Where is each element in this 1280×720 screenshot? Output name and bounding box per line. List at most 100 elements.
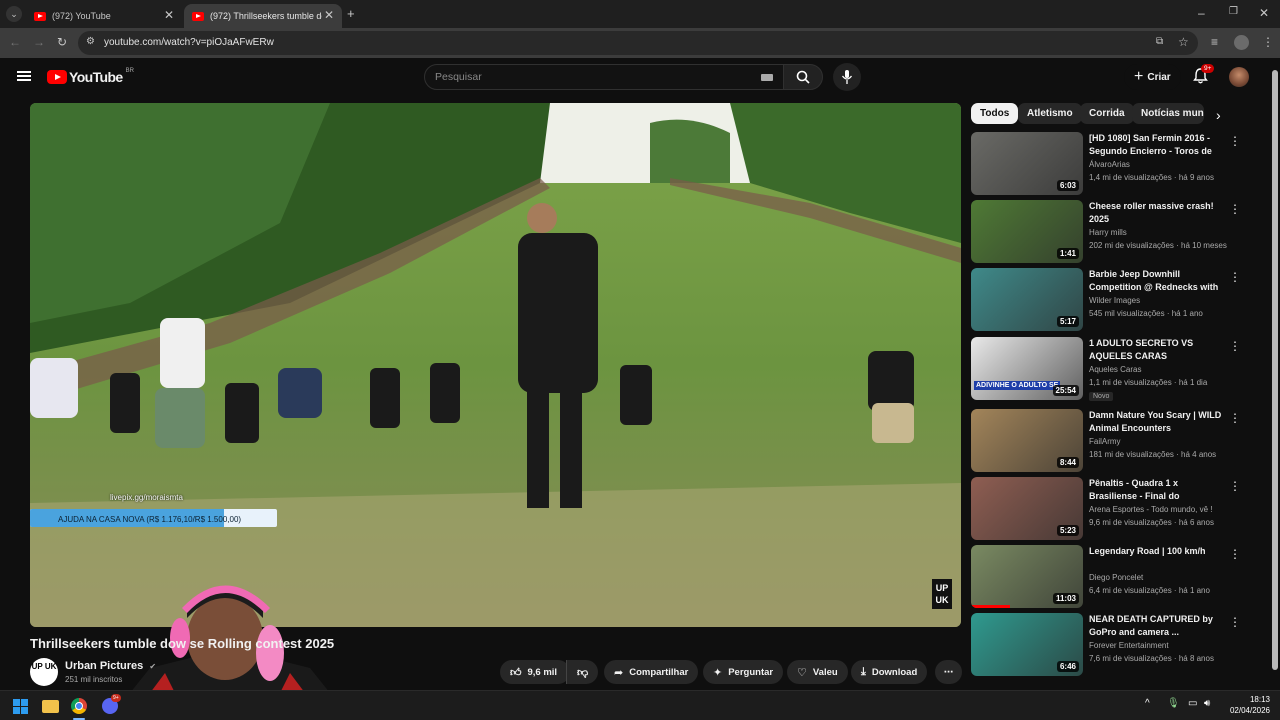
chip-all[interactable]: Todos: [971, 103, 1019, 124]
restore-icon[interactable]: ❐: [1229, 6, 1238, 17]
ask-button[interactable]: ✦ Perguntar: [703, 660, 784, 684]
recommendation-title[interactable]: [HD 1080] San Fermin 2016 - Segundo Enci…: [1089, 132, 1225, 158]
forward-icon[interactable]: →: [33, 35, 45, 49]
back-icon[interactable]: ←: [9, 35, 21, 49]
thanks-button[interactable]: ♡ Valeu: [787, 660, 848, 684]
recommendation-title[interactable]: NEAR DEATH CAPTURED by GoPro and camera …: [1089, 613, 1225, 639]
scrollbar-thumb[interactable]: [1272, 70, 1278, 670]
reload-icon[interactable]: ↻: [57, 35, 67, 49]
chip-race[interactable]: Corrida: [1080, 103, 1134, 124]
recommendation-meta: 202 mi de visualizações · há 10 meses: [1089, 241, 1227, 250]
search-input[interactable]: Pesquisar: [424, 64, 784, 90]
volume-icon[interactable]: 🔊︎: [1204, 698, 1210, 709]
more-vertical-icon[interactable]: ⋮: [1229, 134, 1241, 148]
create-button[interactable]: + Criar: [1124, 64, 1181, 90]
more-vertical-icon[interactable]: ⋮: [1229, 202, 1241, 216]
recommendation-item[interactable]: 11:03 Legendary Road | 100 km/h Diego Ponc…: [971, 545, 1261, 609]
chip-world-news[interactable]: Notícias mund: [1132, 103, 1204, 124]
bookmark-star-icon[interactable]: ☆: [1178, 35, 1189, 49]
discord-icon[interactable]: 9+: [102, 694, 121, 714]
recommendation-item[interactable]: 5:23 Pênaltis - Quadra 1 x Brasiliense - …: [971, 477, 1261, 541]
more-vertical-icon[interactable]: ⋮: [1229, 547, 1241, 561]
recommendation-channel[interactable]: Aqueles Caras: [1089, 365, 1141, 374]
recommendation-title[interactable]: 1 ADULTO SECRETO VS AQUELES CARAS: [1089, 337, 1225, 363]
channel-watermark[interactable]: UP UK: [932, 579, 952, 609]
video-thumbnail[interactable]: 6:46: [971, 613, 1083, 676]
more-vertical-icon[interactable]: ⋮: [1229, 479, 1241, 493]
more-vertical-icon[interactable]: ⋮: [1229, 270, 1241, 284]
site-info-icon[interactable]: ⚙: [86, 36, 95, 47]
dislike-button[interactable]: 👎︎: [566, 660, 598, 684]
video-thumbnail[interactable]: 6:03: [971, 132, 1083, 195]
more-vertical-icon[interactable]: ⋮: [1229, 411, 1241, 425]
channel-avatar[interactable]: UP UK: [30, 658, 58, 686]
recommendation-channel[interactable]: ÁlvaroArias: [1089, 160, 1130, 169]
share-button[interactable]: ➦ Compartilhar: [604, 660, 699, 684]
chrome-icon[interactable]: [71, 698, 87, 714]
video-thumbnail[interactable]: 5:17: [971, 268, 1083, 331]
minimize-icon[interactable]: –: [1198, 6, 1205, 20]
video-thumbnail[interactable]: 1:41: [971, 200, 1083, 263]
recommendation-channel[interactable]: FailArmy: [1089, 437, 1121, 446]
install-app-icon[interactable]: ⧉: [1156, 36, 1163, 47]
close-tab-icon[interactable]: ✕: [164, 8, 174, 22]
windows-start-icon[interactable]: [13, 699, 28, 714]
profile-avatar[interactable]: [1234, 35, 1249, 50]
media-control-icon[interactable]: ≡: [1211, 35, 1218, 49]
stream-overlay-link: livepix.gg/moraismta: [110, 493, 183, 502]
recommendation-item[interactable]: 8:44 Damn Nature You Scary | WILD Animal …: [971, 409, 1261, 473]
more-vertical-icon[interactable]: ⋮: [1229, 615, 1241, 629]
voice-search-button[interactable]: [833, 63, 861, 91]
hamburger-menu-icon[interactable]: [17, 71, 31, 81]
video-thumbnail[interactable]: 8:44: [971, 409, 1083, 472]
recommendation-title[interactable]: Cheese roller massive crash! 2025: [1089, 200, 1225, 226]
notifications-button[interactable]: 9+: [1193, 64, 1215, 86]
recommendation-item[interactable]: 5:17 Barbie Jeep Downhill Competition @ R…: [971, 268, 1261, 332]
account-avatar[interactable]: [1229, 67, 1249, 87]
sparkle-icon: ✦: [713, 666, 723, 679]
recommendation-item[interactable]: ADIVINHE O ADULTO SE 25:54 1 ADULTO SECRET…: [971, 337, 1261, 401]
browser-toolbar: ← → ↻ ⚙ youtube.com/watch?v=piOJaAFwERw …: [0, 28, 1280, 58]
file-explorer-icon[interactable]: [42, 700, 59, 713]
close-window-icon[interactable]: ✕: [1259, 6, 1269, 20]
recommendation-channel[interactable]: Harry mills: [1089, 228, 1127, 237]
download-icon: ⤓: [861, 665, 866, 678]
network-icon[interactable]: ▭: [1188, 698, 1197, 709]
address-bar[interactable]: ⚙ youtube.com/watch?v=piOJaAFwERw ⧉ ☆: [78, 31, 1198, 55]
recommendation-title[interactable]: Legendary Road | 100 km/h: [1089, 545, 1225, 558]
video-thumbnail[interactable]: 5:23: [971, 477, 1083, 540]
new-tab-icon[interactable]: +: [347, 6, 355, 21]
youtube-logo[interactable]: YouTube BR: [47, 68, 134, 85]
more-vertical-icon[interactable]: ⋮: [1229, 339, 1241, 353]
chip-athletics[interactable]: Atletismo: [1018, 103, 1082, 124]
recommendation-channel[interactable]: Wilder Images: [1089, 296, 1140, 305]
keyboard-icon[interactable]: [761, 74, 773, 81]
show-hidden-icons-icon[interactable]: ^: [1145, 698, 1150, 709]
recommendation-item[interactable]: 6:03 [HD 1080] San Fermin 2016 - Segundo …: [971, 132, 1261, 196]
tab-current-video[interactable]: (972) Thrillseekers tumble dowr ✕: [184, 4, 342, 28]
recommendation-channel[interactable]: Forever Entertainment: [1089, 641, 1169, 650]
recommendation-channel[interactable]: Diego Poncelet: [1089, 573, 1143, 582]
recommendation-item[interactable]: 1:41 Cheese roller massive crash! 2025 Har…: [971, 200, 1261, 264]
browser-menu-icon[interactable]: ⋮: [1262, 35, 1274, 49]
system-clock[interactable]: 18:13 02/04/2026: [1230, 694, 1270, 716]
notification-count: 9+: [1201, 64, 1215, 73]
tab-search-icon[interactable]: ⌄: [6, 6, 22, 22]
recommendation-channel[interactable]: Arena Esportes - Todo mundo, vê !: [1089, 505, 1212, 514]
channel-name[interactable]: Urban Pictures ✔: [65, 660, 156, 672]
more-actions-button[interactable]: ⋯: [935, 660, 962, 684]
search-button[interactable]: [783, 64, 823, 90]
recommendation-title[interactable]: Damn Nature You Scary | WILD Animal Enco…: [1089, 409, 1225, 435]
recommendation-title[interactable]: Barbie Jeep Downhill Competition @ Redne…: [1089, 268, 1225, 294]
tab-youtube-home[interactable]: (972) YouTube ✕: [26, 4, 182, 28]
microphone-tray-icon[interactable]: 🎙︎: [1167, 698, 1180, 709]
recommendation-title[interactable]: Pênaltis - Quadra 1 x Brasiliense - Fina…: [1089, 477, 1225, 503]
download-button[interactable]: ⤓ Download: [851, 660, 928, 684]
video-thumbnail[interactable]: ADIVINHE O ADULTO SE 25:54: [971, 337, 1083, 400]
like-button[interactable]: 👍︎ 9,6 mil: [500, 660, 570, 684]
video-player[interactable]: [30, 103, 961, 627]
video-thumbnail[interactable]: 11:03: [971, 545, 1083, 608]
close-tab-icon[interactable]: ✕: [324, 8, 334, 22]
chevron-right-icon[interactable]: ›: [1216, 107, 1221, 123]
recommendation-item[interactable]: 6:46 NEAR DEATH CAPTURED by GoPro and cam…: [971, 613, 1261, 677]
